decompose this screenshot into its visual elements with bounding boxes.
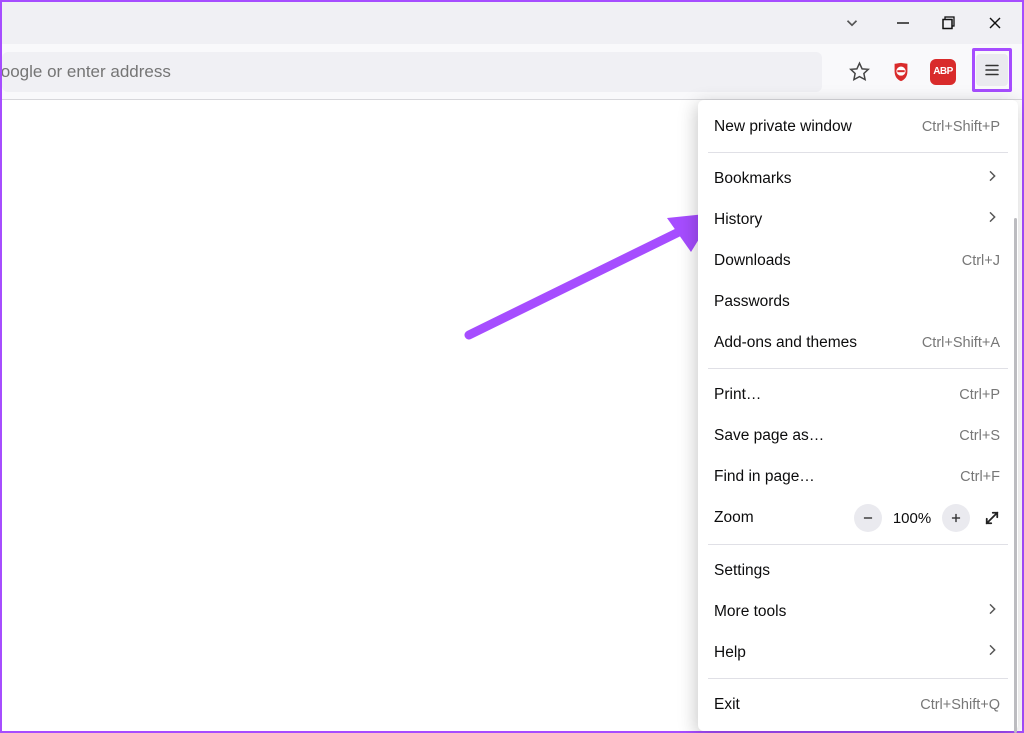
abp-badge: ABP xyxy=(930,59,956,85)
menu-find[interactable]: Find in page… Ctrl+F xyxy=(698,456,1018,497)
menu-label: Save page as… xyxy=(714,427,824,445)
chevron-right-icon xyxy=(984,601,1000,622)
menu-shortcut: Ctrl+J xyxy=(962,253,1000,269)
fullscreen-button[interactable] xyxy=(980,506,1004,530)
menu-label: More tools xyxy=(714,603,786,621)
minimize-button[interactable] xyxy=(880,4,926,42)
menu-settings[interactable]: Settings xyxy=(698,550,1018,591)
toolbar-actions: ABP xyxy=(842,52,1012,92)
menu-scrollbar[interactable] xyxy=(1014,218,1017,733)
menu-shortcut: Ctrl+Shift+Q xyxy=(920,697,1000,713)
chevron-right-icon xyxy=(984,168,1000,189)
toolbar: ABP xyxy=(2,44,1022,100)
menu-shortcut: Ctrl+Shift+P xyxy=(922,119,1000,135)
menu-label: Add-ons and themes xyxy=(714,334,857,352)
chevron-right-icon xyxy=(984,642,1000,663)
menu-shortcut: Ctrl+P xyxy=(959,387,1000,403)
menu-shortcut: Ctrl+Shift+A xyxy=(922,335,1000,351)
annotation-arrow xyxy=(457,210,717,340)
app-menu-button[interactable] xyxy=(976,54,1008,86)
zoom-value: 100% xyxy=(892,510,932,527)
menu-label: Help xyxy=(714,644,746,662)
maximize-button[interactable] xyxy=(926,4,972,42)
content-area: New private window Ctrl+Shift+P Bookmark… xyxy=(2,100,1022,731)
tab-list-dropdown[interactable] xyxy=(834,6,870,40)
menu-label: Print… xyxy=(714,386,761,404)
menu-label: Downloads xyxy=(714,252,791,270)
menu-separator xyxy=(708,368,1008,369)
menu-label: Zoom xyxy=(714,509,754,527)
close-button[interactable] xyxy=(972,4,1018,42)
menu-passwords[interactable]: Passwords xyxy=(698,281,1018,322)
menu-label: Bookmarks xyxy=(714,170,792,188)
menu-separator xyxy=(708,152,1008,153)
menu-label: Passwords xyxy=(714,293,790,311)
chevron-right-icon xyxy=(984,209,1000,230)
menu-label: Find in page… xyxy=(714,468,815,486)
url-bar[interactable] xyxy=(2,52,822,92)
menu-shortcut: Ctrl+F xyxy=(960,469,1000,485)
menu-separator xyxy=(708,544,1008,545)
zoom-controls: 100% xyxy=(854,504,1004,532)
menu-history[interactable]: History xyxy=(698,199,1018,240)
bookmark-star-icon[interactable] xyxy=(842,55,876,89)
menu-help[interactable]: Help xyxy=(698,632,1018,673)
menu-label: Exit xyxy=(714,696,740,714)
menu-label: Settings xyxy=(714,562,770,580)
titlebar xyxy=(2,2,1022,44)
address-input[interactable] xyxy=(2,62,690,82)
hamburger-highlight xyxy=(972,48,1012,92)
menu-addons[interactable]: Add-ons and themes Ctrl+Shift+A xyxy=(698,322,1018,363)
app-menu: New private window Ctrl+Shift+P Bookmark… xyxy=(698,100,1018,731)
menu-save-page[interactable]: Save page as… Ctrl+S xyxy=(698,415,1018,456)
menu-label: New private window xyxy=(714,118,852,136)
menu-shortcut: Ctrl+S xyxy=(959,428,1000,444)
zoom-in-button[interactable] xyxy=(942,504,970,532)
abp-icon[interactable]: ABP xyxy=(926,55,960,89)
menu-label: History xyxy=(714,211,762,229)
menu-more-tools[interactable]: More tools xyxy=(698,591,1018,632)
menu-new-private-window[interactable]: New private window Ctrl+Shift+P xyxy=(698,106,1018,147)
menu-downloads[interactable]: Downloads Ctrl+J xyxy=(698,240,1018,281)
menu-bookmarks[interactable]: Bookmarks xyxy=(698,158,1018,199)
ublock-icon[interactable] xyxy=(884,55,918,89)
menu-separator xyxy=(708,678,1008,679)
menu-print[interactable]: Print… Ctrl+P xyxy=(698,374,1018,415)
zoom-out-button[interactable] xyxy=(854,504,882,532)
menu-zoom: Zoom 100% xyxy=(698,497,1018,539)
menu-exit[interactable]: Exit Ctrl+Shift+Q xyxy=(698,684,1018,725)
